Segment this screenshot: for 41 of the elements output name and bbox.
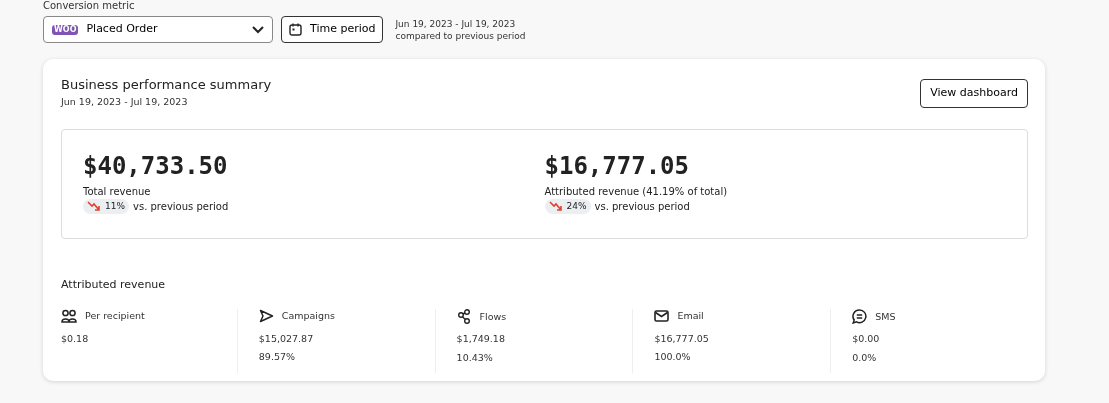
- change-badge: 24%: [544, 198, 591, 215]
- change-badge: 11%: [83, 198, 129, 215]
- channel-amount: $15,027.87: [258, 331, 315, 346]
- metric-label: Attributed revenue (41.19% of total): [544, 184, 729, 199]
- comparison-text: vs. previous period: [133, 200, 229, 214]
- trend-down-icon: [87, 200, 101, 213]
- people-icon: [61, 309, 77, 324]
- channel-share: 10.43%: [456, 350, 494, 365]
- channel-label: Email: [677, 309, 704, 324]
- send-icon: [258, 309, 274, 324]
- chat-icon: [852, 309, 868, 325]
- calendar-icon: [289, 23, 302, 36]
- date-range: Jun 19, 2023 - Jul 19, 2023: [61, 94, 189, 109]
- channel-label: Flows: [479, 309, 507, 324]
- chevron-icon: [252, 25, 264, 34]
- envelope-icon: [654, 310, 670, 323]
- card-title: Business performance summary: [61, 76, 272, 94]
- channel-amount: $0.18: [61, 331, 90, 346]
- comparison-text: vs. previous period: [594, 200, 690, 214]
- metric-value: $16,777.05: [544, 151, 690, 180]
- channel-share: 0.0%: [852, 350, 878, 365]
- metric-value: $40,733.50: [83, 151, 229, 180]
- channel-label: Campaigns: [281, 309, 335, 324]
- channel-amount: $0.00: [852, 332, 881, 347]
- channel-amount: $16,777.05: [654, 331, 710, 346]
- channel-share: 100.0%: [654, 349, 692, 364]
- view-dashboard-button[interactable]: View dashboard: [920, 79, 1028, 108]
- field-label: Conversion metric: [43, 0, 136, 12]
- section-title: Attributed revenue: [61, 276, 167, 293]
- nodes-icon: [456, 309, 472, 325]
- channel-share: 89.57%: [258, 349, 297, 364]
- trend-down-icon: [548, 200, 563, 213]
- channel-label: Per recipient: [85, 309, 145, 324]
- date-range: Jun 19, 2023 - Jul 19, 2023: [395, 17, 517, 30]
- store-badge: WOO: [52, 24, 79, 35]
- time-period-button[interactable]: Time period: [281, 16, 384, 43]
- metric-dropdown[interactable]: WOO Placed Order: [43, 16, 273, 43]
- channel-label: SMS: [875, 309, 896, 324]
- comparison-text: compared to previous period: [395, 29, 526, 42]
- metric-label: Total revenue: [83, 184, 152, 199]
- channel-amount: $1,749.18: [456, 332, 506, 347]
